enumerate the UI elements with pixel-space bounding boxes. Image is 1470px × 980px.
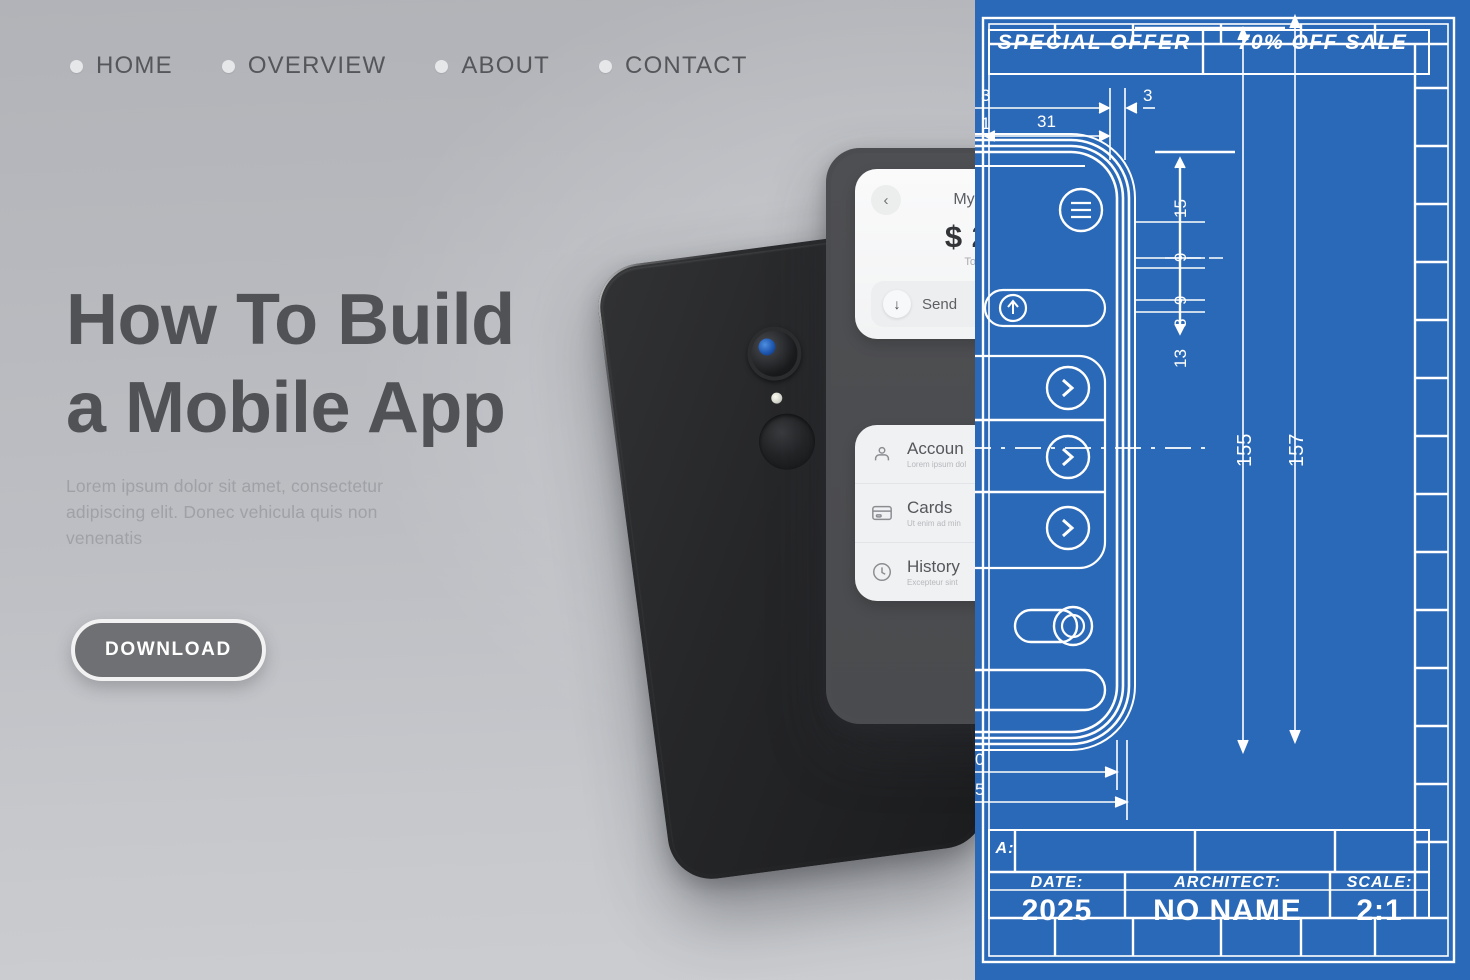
credit-card-icon (869, 500, 895, 526)
bullet-dot-icon (70, 59, 83, 73)
camera-flash-icon (770, 391, 783, 405)
fingerprint-sensor-icon (755, 410, 819, 474)
blueprint-drawing (975, 13, 1456, 964)
user-icon (869, 441, 895, 467)
dimension-label-31: 31 (1037, 112, 1056, 131)
titleblock-scale-value: 2:1 (1356, 894, 1403, 927)
chevron-left-icon[interactable]: ‹ (871, 185, 901, 215)
download-button[interactable]: DOWNLOAD (71, 619, 266, 681)
bullet-dot-icon (435, 59, 449, 73)
dimension-label-bottom-1: 0 (975, 750, 985, 769)
clock-icon (869, 559, 895, 585)
titleblock-architect-label: ARCHITECT: (1174, 874, 1281, 891)
nav-item-overview[interactable]: OVERVIEW (221, 52, 387, 80)
hero-body-text: Lorem ipsum dolor sit amet, consectetur … (66, 476, 384, 548)
bullet-dot-icon (221, 59, 235, 73)
dimension-label-13: 13 (1171, 349, 1190, 368)
dimension-label-3b: 3 (1143, 86, 1153, 105)
list-item-title: Accoun (907, 439, 964, 458)
page-title-line1: How To Build (66, 280, 515, 360)
dimension-label-9a: 9 (1171, 252, 1190, 262)
poster-canvas: HOME OVERVIEW ABOUT CONTACT How To Build… (0, 0, 1470, 980)
nav-item-label: OVERVIEW (247, 52, 387, 79)
camera-lens-icon (744, 323, 805, 384)
titleblock-a-label: A: (995, 840, 1015, 857)
nav-item-home[interactable]: HOME (70, 52, 173, 80)
page-title: How To Build a Mobile App (66, 276, 666, 452)
nav-item-label: CONTACT (625, 52, 748, 79)
hero-section: How To Build a Mobile App Lorem ipsum do… (66, 276, 666, 551)
page-title-line2: a Mobile App (66, 368, 506, 448)
camera-glint-icon (757, 337, 777, 357)
main-navigation: HOME OVERVIEW ABOUT CONTACT (70, 52, 748, 80)
titleblock-architect-value: NO NAME (1153, 894, 1302, 927)
dimension-label-1: 1 (981, 114, 991, 133)
download-button-wrapper: DOWNLOAD (71, 619, 266, 681)
blueprint-overlay: SPECIAL OFFER 70% OFF SALE 3 1 31 3 15 9… (975, 0, 1470, 980)
bullet-dot-icon (599, 59, 613, 73)
dimension-label-3c: 3 (1171, 318, 1190, 328)
titleblock-date-value: 2025 (1021, 894, 1093, 927)
titleblock-scale-label: SCALE: (1346, 874, 1413, 891)
dimension-label-9b: 9 (1171, 295, 1190, 305)
nav-item-label: ABOUT (461, 52, 551, 79)
titleblock-date-label: DATE: (1030, 874, 1084, 891)
dimension-label-bottom-2: 5 (975, 780, 985, 799)
send-button-label: Send (922, 295, 958, 313)
blueprint-header-right: 70% OFF SALE (1237, 31, 1408, 54)
list-item-title: History (907, 557, 960, 576)
dimension-label-157: 157 (1286, 433, 1308, 467)
dimension-label-3a: 3 (981, 86, 991, 105)
list-item-title: Cards (907, 498, 953, 517)
nav-item-label: HOME (96, 52, 173, 79)
dimension-label-155: 155 (1234, 433, 1256, 467)
blueprint-header-left: SPECIAL OFFER (997, 31, 1192, 54)
dimension-label-15: 15 (1171, 199, 1190, 218)
nav-item-about[interactable]: ABOUT (435, 52, 550, 80)
arrow-down-icon: ↓ (883, 290, 911, 318)
nav-item-contact[interactable]: CONTACT (599, 52, 748, 80)
